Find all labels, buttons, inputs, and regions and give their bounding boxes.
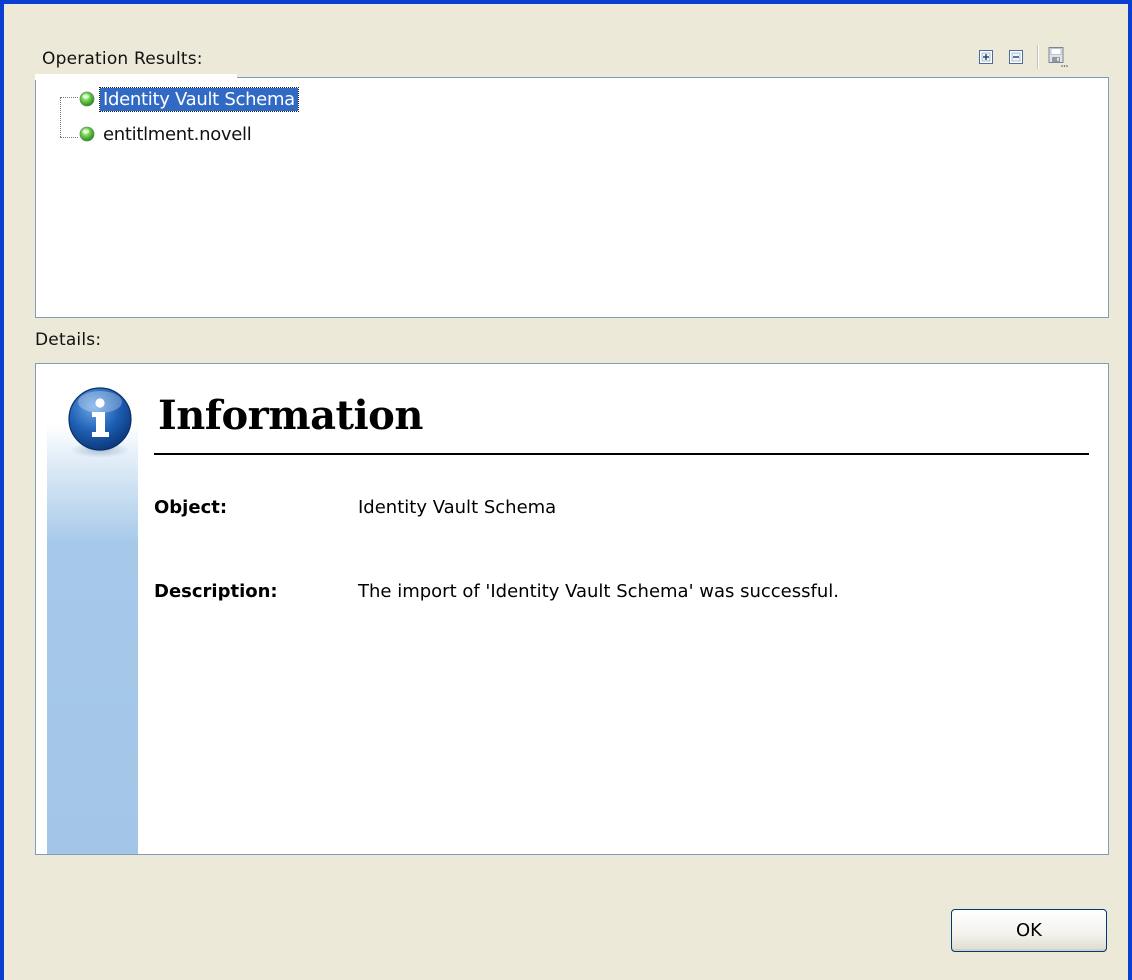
tree-connector — [60, 137, 78, 138]
details-side-bar — [47, 424, 138, 854]
success-status-icon — [79, 126, 95, 142]
save-icon[interactable] — [1047, 46, 1069, 68]
tree-item-label: Identity Vault Schema — [99, 86, 299, 112]
tree-connector — [60, 97, 61, 137]
operation-results-tree[interactable] — [35, 77, 1109, 318]
tree-item-identity-vault-schema[interactable]: Identity Vault Schema — [79, 86, 299, 112]
title-divider — [154, 453, 1089, 455]
operation-results-label: Operation Results: — [42, 49, 203, 69]
tree-item-entitlment-novell[interactable]: entitlment.novell — [79, 121, 254, 147]
ok-button[interactable]: OK — [951, 909, 1107, 952]
object-label: Object: — [154, 497, 228, 518]
details-title: Information — [158, 392, 423, 439]
info-icon — [68, 387, 132, 458]
results-toolbar — [975, 43, 1077, 71]
tree-item-label: entitlment.novell — [103, 123, 252, 145]
tree-connector — [60, 97, 78, 98]
details-label: Details: — [35, 330, 102, 350]
object-value: Identity Vault Schema — [358, 497, 557, 518]
toolbar-separator — [1037, 45, 1039, 69]
expand-all-icon[interactable] — [975, 46, 997, 68]
description-value: The import of 'Identity Vault Schema' wa… — [358, 581, 839, 602]
success-status-icon — [79, 91, 95, 107]
details-panel: Information Object: Identity Vault Schem… — [35, 363, 1109, 855]
description-label: Description: — [154, 581, 278, 602]
collapse-all-icon[interactable] — [1005, 46, 1027, 68]
